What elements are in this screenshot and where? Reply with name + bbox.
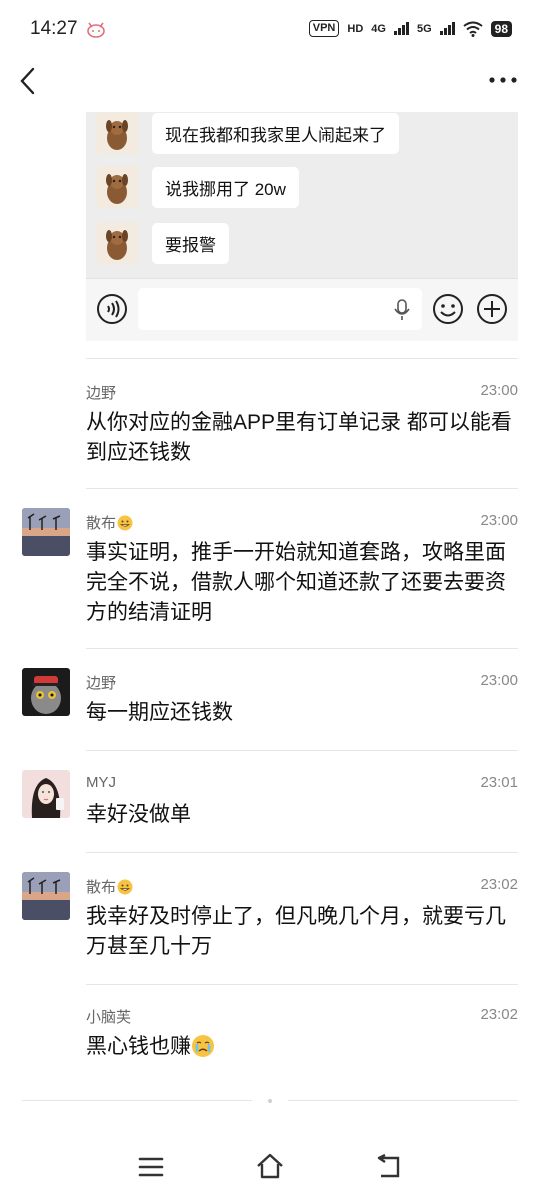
microphone-icon — [394, 299, 410, 320]
comment-text: 每一期应还钱数 — [86, 701, 233, 724]
comment-author[interactable]: 散布 — [86, 512, 133, 533]
home-icon[interactable] — [255, 1152, 285, 1180]
chat-message: 要报警 — [96, 222, 229, 264]
status-indicators: VPN HD 4G 5G 98 — [308, 20, 512, 37]
comment-time: 23:00 — [480, 512, 518, 529]
divider — [22, 1100, 252, 1101]
comment-author-name[interactable]: 散布 — [86, 879, 116, 896]
hd-badge: HD — [347, 22, 364, 35]
signal-icon-2 — [439, 22, 455, 35]
comment-author-name[interactable]: 散布 — [86, 515, 116, 532]
avatar[interactable] — [22, 872, 70, 920]
back-icon[interactable] — [16, 66, 40, 96]
crying-emoji-icon — [192, 1035, 214, 1057]
comment-text: 黑心钱也赚 — [86, 1032, 516, 1062]
comment-text-body: 黑心钱也赚 — [86, 1035, 191, 1058]
comment-time: 23:01 — [480, 774, 518, 791]
signal-icon — [393, 22, 409, 35]
divider — [86, 750, 518, 751]
chat-bubble: 要报警 — [152, 222, 229, 264]
comment-author[interactable]: MYJ — [86, 774, 116, 791]
more-icon[interactable] — [488, 72, 518, 88]
comment-author[interactable]: 边野 — [86, 382, 116, 403]
voice-icon — [97, 294, 127, 324]
comment-time: 23:02 — [480, 876, 518, 893]
divider — [86, 648, 518, 649]
comment-text: 幸好没做单 — [86, 803, 191, 826]
chat-input-bar — [86, 278, 518, 341]
return-icon[interactable] — [376, 1154, 404, 1180]
comment-time: 23:02 — [480, 1006, 518, 1023]
comment-author[interactable]: 边野 — [86, 672, 116, 693]
divider — [86, 984, 518, 985]
battery-indicator: 98 — [490, 20, 512, 37]
chat-bubble: 现在我都和我家里人闹起来了 — [152, 112, 399, 154]
vpn-badge: VPN — [308, 20, 340, 37]
dog-avatar — [96, 222, 138, 264]
dog-avatar — [96, 112, 138, 154]
wifi-icon — [463, 21, 483, 37]
menu-icon[interactable] — [138, 1156, 164, 1178]
grin-emoji-icon — [117, 515, 133, 531]
divider — [86, 488, 518, 489]
comment-time: 23:00 — [480, 672, 518, 689]
cat-notification-icon — [87, 22, 105, 38]
grin-emoji-icon — [117, 879, 133, 895]
chat-bubble: 说我挪用了 20w — [152, 166, 299, 208]
avatar[interactable] — [22, 508, 70, 556]
comment-text: 从你对应的金融APP里有订单记录 都可以能看到应还钱数 — [86, 411, 512, 464]
avatar[interactable] — [22, 668, 70, 716]
comment-author[interactable]: 散布 — [86, 876, 133, 897]
divider — [86, 358, 518, 359]
dog-avatar — [96, 166, 138, 208]
emoji-icon — [433, 294, 463, 324]
network-5g-label: 5G — [416, 22, 432, 35]
status-bar: 14:27 VPN HD 4G 5G 98 — [0, 0, 540, 60]
comment-text: 我幸好及时停止了，但凡晚几个月，就要亏几万甚至几十万 — [86, 905, 506, 958]
chat-screenshot-image: 现在我都和我家里人闹起来了 说我挪用了 20w 要报警 — [86, 112, 518, 341]
scroll-indicator — [268, 1099, 272, 1103]
comment-time: 23:00 — [480, 382, 518, 399]
divider — [288, 1100, 518, 1101]
chat-text-field — [138, 288, 422, 330]
comment-author[interactable]: 小脑芙 — [86, 1006, 131, 1027]
chat-message: 说我挪用了 20w — [96, 166, 299, 208]
network-4g-label: 4G — [371, 22, 386, 35]
plus-icon — [477, 294, 507, 324]
chat-message: 现在我都和我家里人闹起来了 — [96, 112, 399, 154]
status-time: 14:27 — [30, 18, 78, 39]
divider — [86, 852, 518, 853]
avatar[interactable] — [22, 770, 70, 818]
comment-text: 事实证明，推手一开始就知道套路，攻略里面完全不说，借款人哪个知道还款了还要去要资… — [86, 541, 506, 624]
